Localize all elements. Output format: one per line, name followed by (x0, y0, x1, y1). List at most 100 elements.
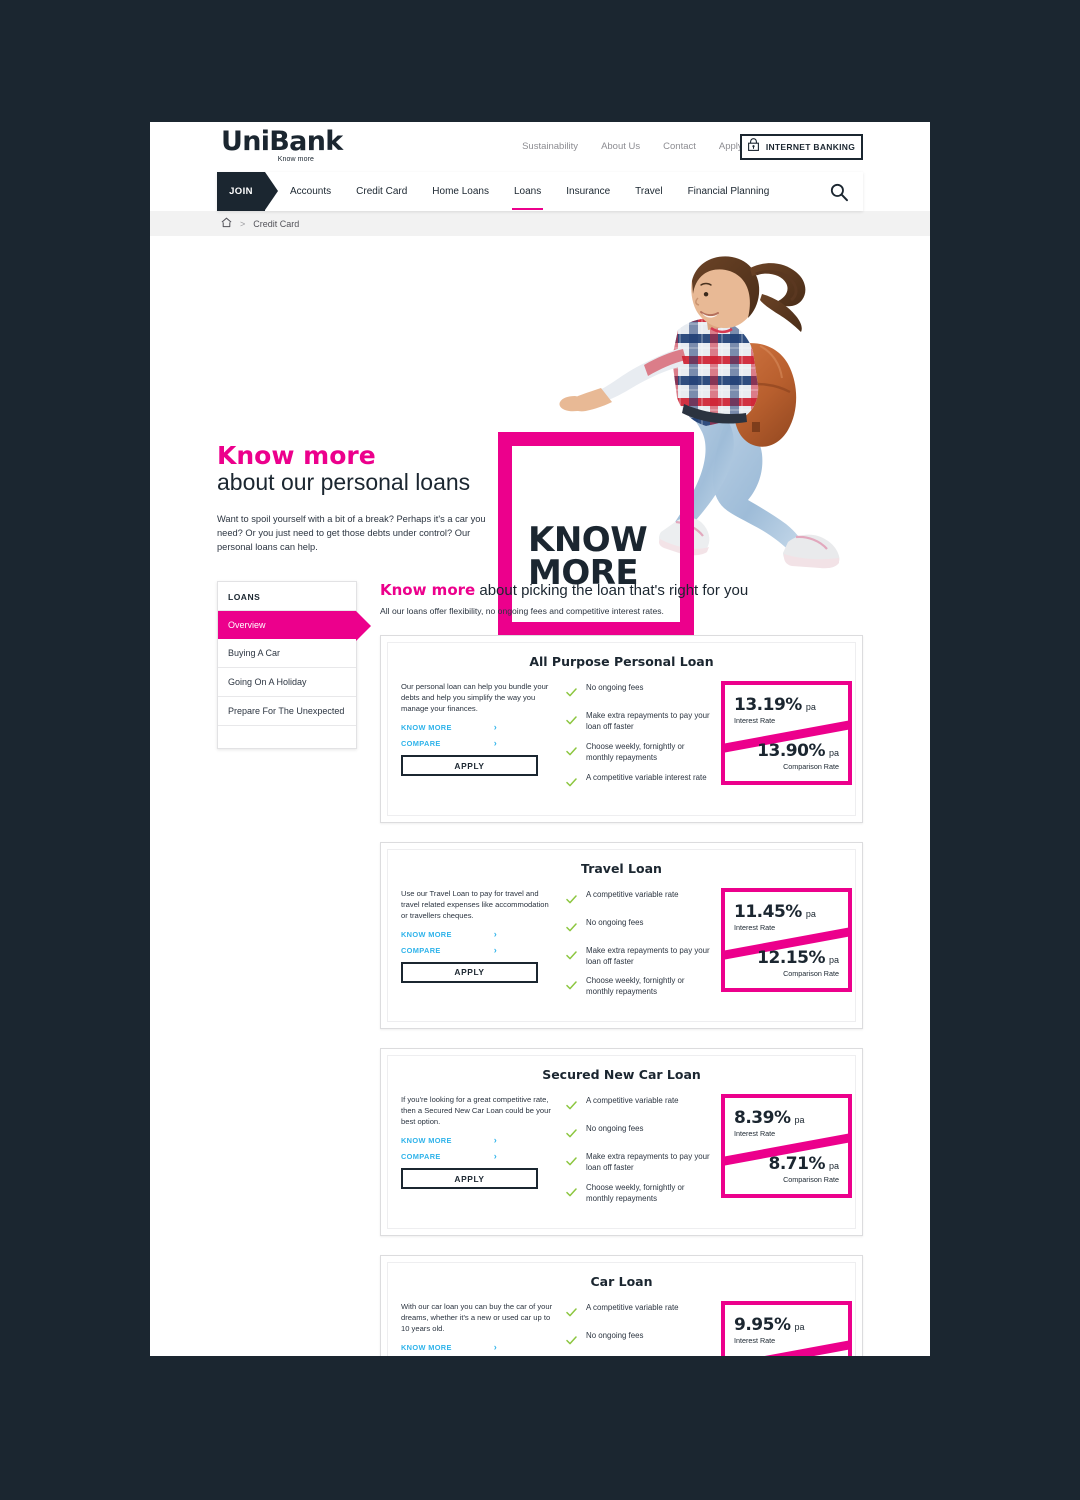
per-annum-label: pa (805, 908, 816, 919)
check-icon (566, 947, 577, 965)
loan-card-description: With our car loan you can buy the car of… (401, 1301, 553, 1333)
check-icon (566, 774, 577, 792)
check-icon (566, 919, 577, 937)
check-icon (566, 891, 577, 909)
loans-content: Know more about picking the loan that's … (380, 581, 930, 1356)
hero-copy: Know more about our personal loans Want … (217, 442, 507, 554)
nav-item-insurance[interactable]: Insurance (564, 173, 612, 210)
chevron-right-icon: › (493, 738, 498, 748)
know-more-link[interactable]: KNOW MORE › (401, 723, 556, 733)
interest-rate-label: Interest Rate (734, 716, 776, 725)
compare-link[interactable]: COMPARE › (401, 738, 556, 749)
interest-rate-value: 8.39% (734, 1108, 791, 1129)
feature-item: Make extra repayments to pay your loan o… (566, 1152, 711, 1174)
utility-link-sustainability[interactable]: Sustainability (522, 141, 578, 152)
logo-tagline: Know more (277, 156, 314, 163)
section-heading-accent: Know more (380, 581, 476, 599)
compare-link-label: COMPARE (401, 1152, 441, 1162)
comparison-rate-value: 12.15% (757, 947, 825, 968)
check-icon (566, 1097, 577, 1115)
feature-item: No ongoing fees (566, 1331, 711, 1350)
apply-button[interactable]: APPLY (401, 961, 538, 983)
feature-text: Choose weekly, fornightly or monthly rep… (586, 976, 685, 997)
rate-box: 9.95% pa Interest Rate 10.64% pa (721, 1300, 852, 1356)
loan-card-links: KNOW MORE › COMPARE › (401, 1135, 556, 1162)
know-more-link-label: KNOW MORE (401, 1342, 452, 1352)
sidebar-item-going-on-a-holiday[interactable]: Going On A Holiday (218, 668, 356, 697)
interest-rate-label: Interest Rate (734, 1335, 776, 1345)
breadcrumb-current[interactable]: Credit Card (253, 219, 299, 229)
sidebar-item-overview[interactable]: Overview (218, 611, 371, 641)
know-more-link[interactable]: KNOW MORE › (401, 1342, 556, 1352)
feature-text: Make extra repayments to pay your loan o… (586, 711, 710, 731)
chevron-right-icon: › (493, 928, 498, 939)
utility-link-about-us[interactable]: About Us (601, 141, 640, 152)
hero-heading-main: about our personal loans (217, 469, 471, 495)
loan-card: Travel Loan Use our Travel Loan to pay f… (380, 841, 863, 1030)
know-more-link[interactable]: KNOW MORE › (401, 928, 556, 939)
section-subheading: All our loans offer flexibility, no ongo… (380, 606, 664, 616)
feature-text: Make extra repayments to pay your loan o… (586, 945, 710, 966)
nav-item-loans[interactable]: Loans (511, 173, 544, 210)
feature-item: Make extra repayments to pay your loan o… (566, 946, 711, 968)
feature-item: Choose weekly, fornightly or monthly rep… (566, 1183, 711, 1205)
know-more-link-label: KNOW MORE (401, 929, 452, 939)
nav-item-financial-planning[interactable]: Financial Planning (686, 173, 772, 210)
comparison-rate-label: Comparison Rate (783, 1175, 839, 1185)
search-icon[interactable] (829, 182, 849, 202)
chevron-right-icon: › (493, 1151, 498, 1162)
feature-item: No ongoing fees (566, 918, 711, 937)
sidebar-title: LOANS (218, 582, 356, 611)
feature-text: A competitive variable rate (586, 1096, 679, 1106)
rate-box: 13.19% pa Interest Rate 13.90% pa Compar… (721, 681, 852, 785)
feature-text: No ongoing fees (586, 1124, 644, 1134)
interest-rate-group: 11.45% pa Interest Rate (734, 903, 816, 932)
chevron-right-icon: › (493, 944, 498, 955)
feature-item: A competitive variable rate (566, 890, 711, 909)
nav-item-home-loans[interactable]: Home Loans (430, 173, 491, 210)
check-icon (566, 712, 577, 730)
per-annum-label: pa (794, 1321, 805, 1332)
apply-button[interactable]: APPLY (401, 1168, 538, 1190)
internet-banking-button[interactable]: INTERNET BANKING (740, 134, 863, 160)
nav-item-travel[interactable]: Travel (633, 173, 664, 210)
compare-link[interactable]: COMPARE › (401, 1151, 556, 1162)
comparison-rate-value: 8.71% (768, 1154, 826, 1175)
compare-link[interactable]: COMPARE › (401, 944, 556, 955)
feature-item: A competitive variable rate (566, 1096, 711, 1115)
sidebar-item-prepare-for-the-unexpected[interactable]: Prepare For The Unexpected (218, 697, 356, 726)
sidebar-item-buying-a-car[interactable]: Buying A Car (218, 639, 356, 668)
feature-text: Choose weekly, fornightly or monthly rep… (586, 741, 685, 762)
main-nav-items: Accounts Credit Card Home Loans Loans In… (288, 172, 771, 211)
feature-item: Make extra repayments to pay your loan o… (566, 711, 711, 733)
join-label: JOIN (229, 186, 253, 197)
loan-card-features: A competitive variable rate No ongoing f… (566, 888, 711, 1008)
nav-item-credit-card[interactable]: Credit Card (354, 173, 409, 210)
comparison-rate-group: 8.71% pa Comparison Rate (768, 1154, 840, 1185)
feature-item: Choose weekly, fornightly or monthly rep… (566, 742, 711, 764)
feature-text: No ongoing fees (586, 917, 644, 927)
home-icon[interactable] (221, 215, 232, 233)
loan-card-title: Car Loan (590, 1273, 653, 1289)
feature-text: A competitive variable interest rate (586, 772, 707, 782)
apply-button[interactable]: APPLY (401, 755, 538, 776)
utility-link-contact[interactable]: Contact (663, 141, 696, 152)
feature-item: A competitive variable rate (566, 1303, 711, 1322)
feature-item: No ongoing fees (566, 683, 711, 702)
feature-text: A competitive variable rate (586, 889, 679, 899)
feature-item: A competitive variable interest rate (566, 773, 711, 792)
chevron-right-icon: › (493, 1135, 498, 1146)
breadcrumb-separator: > (240, 218, 246, 229)
loan-card-description: If you're looking for a great competitiv… (401, 1095, 551, 1127)
join-arrow-shape (265, 172, 278, 210)
site-logo[interactable]: UniBank Know more (221, 126, 343, 163)
loan-card-title: Secured New Car Loan (542, 1067, 701, 1083)
comparison-rate-label: Comparison Rate (783, 762, 839, 771)
know-more-link[interactable]: KNOW MORE › (401, 1135, 556, 1146)
join-button[interactable]: JOIN (217, 172, 265, 211)
logo-wordmark: UniBank (221, 126, 343, 157)
compare-link-label: COMPARE (401, 945, 441, 955)
nav-item-accounts[interactable]: Accounts (288, 173, 333, 210)
loan-card: Car Loan With our car loan you can buy t… (380, 1254, 863, 1356)
page-body: LOANS Overview Buying A Car Going On A H… (150, 581, 930, 1356)
